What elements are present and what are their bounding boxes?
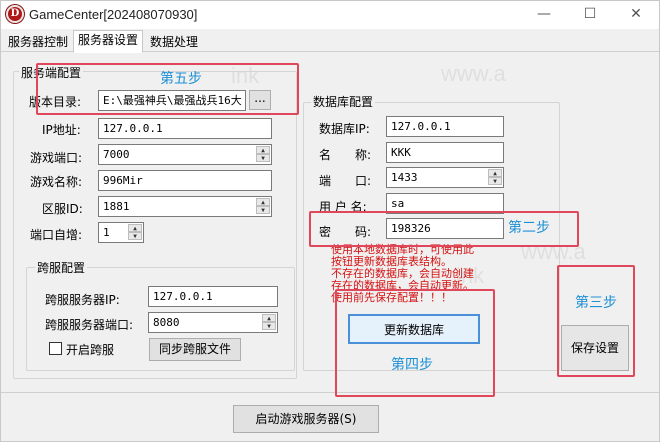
tab-data-processing[interactable]: 数据处理 — [145, 32, 203, 52]
down-arrow-icon[interactable]: ▼ — [262, 322, 276, 330]
down-arrow-icon[interactable]: ▼ — [128, 232, 142, 240]
step3-label: 第三步 — [575, 295, 617, 311]
tab-server-control[interactable]: 服务器控制 — [3, 32, 73, 52]
watermark: www.a — [441, 61, 506, 86]
cross-port-label: 跨服服务器端口: — [45, 318, 134, 332]
zone-id-value: 1881 — [103, 200, 130, 213]
spin-buttons[interactable]: ▲ ▼ — [128, 224, 142, 241]
step5-label: 第五步 — [160, 71, 202, 87]
port-autoinc-label: 端口自增: — [30, 228, 83, 242]
minimize-button[interactable]: — — [521, 1, 567, 29]
start-game-server-button[interactable]: 启动游戏服务器(S) — [233, 405, 379, 433]
enable-cross-checkbox[interactable] — [49, 342, 62, 355]
step4-label: 第四步 — [391, 357, 433, 373]
db-name-field[interactable]: KKK — [386, 142, 504, 163]
cross-port-stepper[interactable]: 8080 ▲ ▼ — [148, 312, 278, 333]
highlight-box-step3 — [557, 265, 635, 377]
zone-id-stepper[interactable]: 1881 ▲ ▼ — [98, 196, 272, 217]
maximize-button[interactable]: ☐ — [567, 1, 613, 29]
up-arrow-icon[interactable]: ▲ — [488, 169, 502, 177]
app-logo-icon: D — [6, 5, 24, 23]
db-config-title: 数据库配置 — [311, 93, 376, 110]
up-arrow-icon[interactable]: ▲ — [262, 314, 276, 322]
game-name-field[interactable]: 996Mir — [98, 170, 272, 191]
cross-ip-label: 跨服服务器IP: — [45, 293, 120, 307]
down-arrow-icon[interactable]: ▼ — [488, 177, 502, 185]
db-port-value: 1433 — [391, 171, 418, 184]
app-window: D GameCenter[202408070930] — ☐ ✕ 服务器控制 服… — [0, 0, 660, 442]
spin-buttons[interactable]: ▲ ▼ — [488, 169, 502, 186]
game-name-label: 游戏名称: — [30, 175, 83, 189]
spin-buttons[interactable]: ▲ ▼ — [262, 314, 276, 331]
db-port-label: 端 口: — [319, 174, 372, 188]
sync-cross-files-button[interactable]: 同步跨服文件 — [149, 338, 241, 361]
close-button[interactable]: ✕ — [613, 1, 659, 29]
up-arrow-icon[interactable]: ▲ — [256, 198, 270, 206]
window-title: GameCenter[202408070930] — [29, 7, 198, 22]
port-autoinc-value: 1 — [103, 226, 110, 239]
game-port-stepper[interactable]: 7000 ▲ ▼ — [98, 144, 272, 165]
ip-label: IP地址: — [42, 123, 81, 137]
zone-id-label: 区服ID: — [42, 202, 83, 216]
enable-cross-label: 开启跨服 — [66, 343, 115, 357]
up-arrow-icon[interactable]: ▲ — [256, 146, 270, 154]
db-ip-label: 数据库IP: — [319, 122, 370, 136]
ip-field[interactable]: 127.0.0.1 — [98, 118, 272, 139]
cross-ip-field[interactable]: 127.0.0.1 — [148, 286, 278, 307]
db-port-stepper[interactable]: 1433 ▲ ▼ — [386, 167, 504, 188]
down-arrow-icon[interactable]: ▼ — [256, 154, 270, 162]
cross-server-title: 跨服配置 — [35, 259, 88, 276]
cross-port-value: 8080 — [153, 316, 180, 329]
step2-label: 第二步 — [508, 220, 550, 236]
divider — [1, 392, 659, 393]
port-autoinc-stepper[interactable]: 1 ▲ ▼ — [98, 222, 144, 243]
spin-buttons[interactable]: ▲ ▼ — [256, 146, 270, 163]
tab-server-settings[interactable]: 服务器设置 — [73, 30, 144, 53]
game-port-value: 7000 — [103, 148, 130, 161]
title-bar: D GameCenter[202408070930] — ☐ ✕ — [1, 1, 659, 29]
highlight-box-step4 — [335, 289, 495, 397]
spin-buttons[interactable]: ▲ ▼ — [256, 198, 270, 215]
db-name-label: 名 称: — [319, 148, 372, 162]
up-arrow-icon[interactable]: ▲ — [128, 224, 142, 232]
tab-strip: 服务器控制 服务器设置 数据处理 — [1, 30, 659, 53]
db-ip-field[interactable]: 127.0.0.1 — [386, 116, 504, 137]
down-arrow-icon[interactable]: ▼ — [256, 206, 270, 214]
game-port-label: 游戏端口: — [30, 151, 83, 165]
